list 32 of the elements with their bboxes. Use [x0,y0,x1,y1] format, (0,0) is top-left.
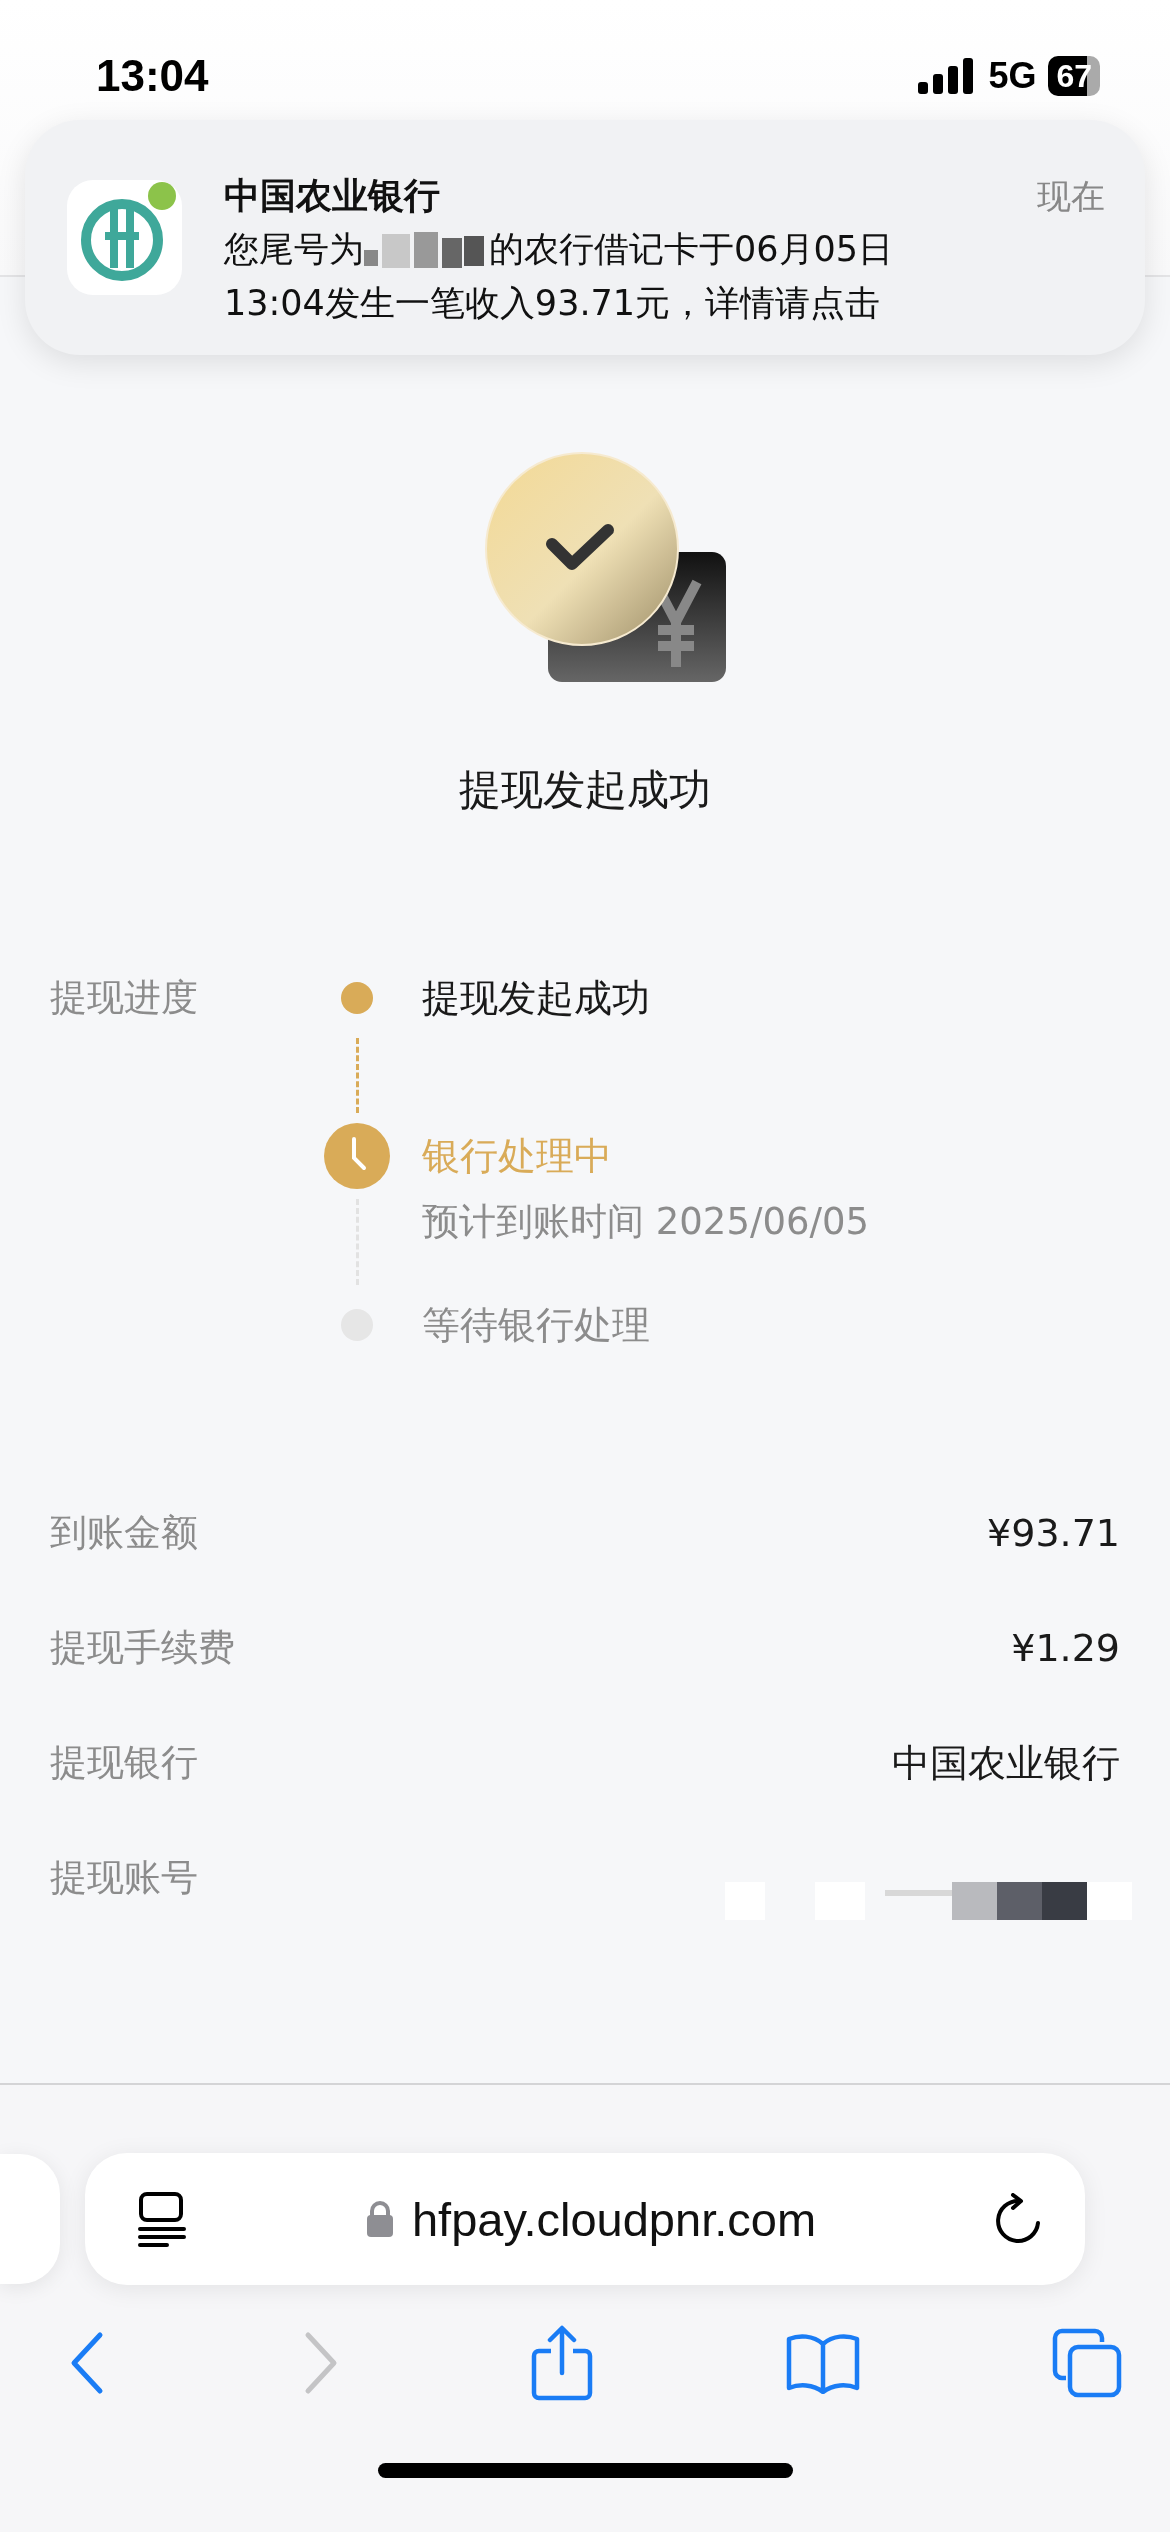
detail-value: 中国农业银行 [892,1739,1120,1787]
tabs-icon[interactable] [1052,2328,1122,2398]
status-title: 提现发起成功 [458,764,712,816]
notification-time: 现在 [1037,175,1105,218]
notification-text: 的农行借记卡于06月05日 [489,227,894,271]
notification-text: 您尾号为 [224,227,364,271]
step-title: 等待银行处理 [422,1302,650,1349]
detail-label: 到账金额 [50,1510,198,1556]
step-title: 银行处理中 [422,1133,613,1180]
detail-value: ¥1.29 [1011,1626,1120,1670]
address-bar[interactable]: hfpay.cloudpnr.com [85,2153,1085,2285]
step-subtitle: 预计到账时间 2025/06/05 [422,1199,870,1245]
bank-logo-icon [67,180,182,295]
reload-icon[interactable] [995,2193,1043,2245]
url-text: hfpay.cloudpnr.com [411,2191,817,2247]
detail-label: 提现手续费 [50,1625,235,1671]
network-label: 5G [988,55,1037,97]
status-time: 13:04 [96,51,209,101]
detail-label: 提现银行 [50,1740,198,1786]
clock-icon [324,1123,390,1189]
detail-label: 提现账号 [50,1855,198,1901]
share-icon[interactable] [531,2325,593,2401]
reader-icon[interactable] [137,2191,187,2247]
lock-icon [365,2200,394,2238]
detail-value: ¥93.71 [987,1511,1120,1555]
notification-text: 13:04发生一笔收入93.71元，详情请点击 [224,281,881,325]
notification-app-name: 中国农业银行 [224,174,440,218]
bookmarks-icon[interactable] [784,2332,861,2394]
notification-card[interactable]: 中国农业银行 现在 您尾号为 的农行借记卡于06月05日 13:04发生一笔收入93.71元，详情请点击 [25,120,1145,355]
step-title: 提现发起成功 [422,975,650,1022]
step-dot [341,982,373,1014]
progress-label: 提现进度 [50,975,199,1021]
